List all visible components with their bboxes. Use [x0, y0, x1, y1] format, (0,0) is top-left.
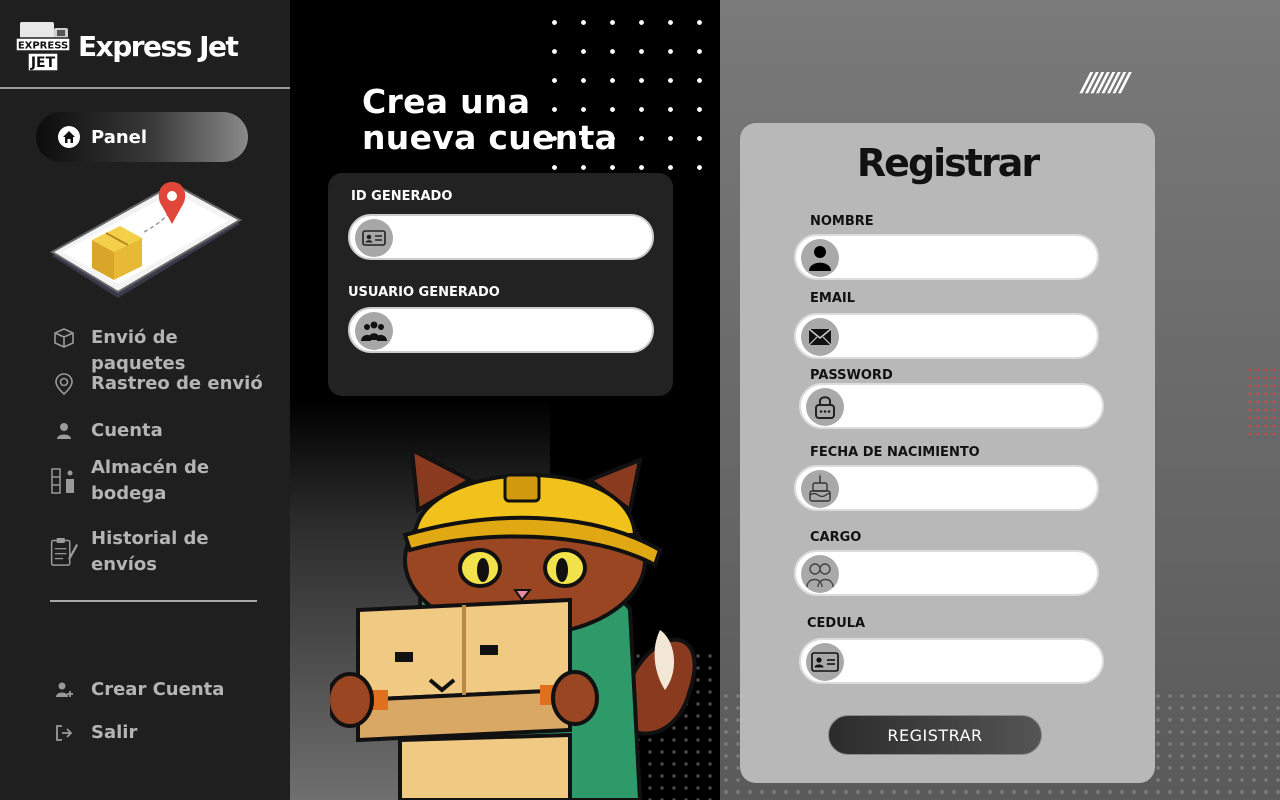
- package-icon: [50, 325, 78, 351]
- email-label: EMAIL: [810, 291, 855, 306]
- history-icon: [50, 526, 78, 578]
- sidebar-item-label: Almacén de bodega: [91, 457, 210, 504]
- sidebar-item-cuenta[interactable]: Cuenta: [50, 418, 271, 444]
- location-pin-icon: [50, 371, 78, 397]
- envelope-icon: [801, 318, 839, 356]
- sidebar-item-label: Envió de paquetes: [91, 327, 186, 374]
- fecha-nacimiento-label: FECHA DE NACIMIENTO: [810, 445, 980, 460]
- express-jet-logo: EXPRESS JET: [14, 18, 72, 74]
- usuario-generado-label: USUARIO GENERADO: [348, 285, 500, 300]
- home-icon: [58, 126, 80, 148]
- registrar-button[interactable]: REGISTRAR: [828, 715, 1042, 755]
- usuario-generado-field[interactable]: [348, 307, 654, 353]
- nombre-field[interactable]: [794, 234, 1099, 280]
- cargo-field[interactable]: [794, 550, 1099, 596]
- decorative-slashes: ////////: [1082, 68, 1130, 98]
- brand[interactable]: EXPRESS JET Express Jet: [14, 16, 239, 76]
- page-title: Crea una nueva cuenta: [362, 84, 617, 156]
- sidebar-item-label: Historial de envíos: [91, 528, 209, 575]
- delivery-tracking-illustration: [48, 180, 243, 310]
- sidebar-item-label: Cuenta: [91, 420, 163, 441]
- sidebar-item-panel[interactable]: Panel: [36, 112, 248, 162]
- lock-icon: [806, 388, 844, 426]
- sidebar-item-crear-cuenta[interactable]: Crear Cuenta: [50, 677, 271, 703]
- brand-name: Express Jet: [78, 29, 239, 63]
- register-title: Registrar: [856, 141, 1040, 185]
- user-icon: [50, 418, 78, 444]
- generated-credentials-card: ID GENERADO USUARIO GENERADO: [328, 173, 673, 396]
- main-panel: Crea una nueva cuenta ID GENERADO USUARI…: [290, 0, 720, 800]
- sidebar-item-almacen[interactable]: Almacén de bodega: [50, 455, 271, 507]
- id-card-icon: [355, 219, 393, 257]
- id-card-icon: [806, 643, 844, 681]
- id-generado-field[interactable]: [348, 214, 654, 260]
- sidebar-item-historial[interactable]: Historial de envíos: [50, 526, 271, 578]
- sidebar-item-envio-paquetes[interactable]: Envió de paquetes: [50, 325, 271, 377]
- logout-icon: [50, 720, 78, 746]
- birthday-cake-icon: [801, 470, 839, 508]
- register-card: Registrar NOMBRE EMAIL PASSWORD FECHA DE…: [740, 123, 1155, 783]
- divider: [0, 87, 290, 89]
- cedula-field[interactable]: [799, 638, 1104, 684]
- sidebar-item-salir[interactable]: Salir: [50, 720, 271, 746]
- dots-pattern: [1246, 366, 1280, 436]
- users-group-icon: [355, 312, 393, 350]
- svg-text:JET: JET: [30, 55, 56, 71]
- sidebar-item-label: Salir: [91, 722, 138, 743]
- sidebar: EXPRESS JET Express Jet Panel Envió de p…: [0, 0, 290, 800]
- page-title-line: Crea una: [362, 82, 531, 121]
- sidebar-item-label: Panel: [91, 126, 148, 148]
- svg-text:EXPRESS: EXPRESS: [18, 41, 68, 52]
- cargo-label: CARGO: [810, 530, 862, 545]
- id-generado-label: ID GENERADO: [351, 189, 453, 204]
- person-icon: [801, 239, 839, 277]
- sidebar-item-label: Rastreo de envió: [91, 373, 263, 394]
- page-title-line: nueva cuenta: [362, 118, 618, 157]
- warehouse-icon: [50, 455, 78, 507]
- add-user-icon: [50, 677, 78, 703]
- fecha-nacimiento-field[interactable]: [794, 465, 1099, 511]
- password-label: PASSWORD: [810, 368, 893, 383]
- divider: [50, 600, 257, 602]
- sidebar-item-rastreo[interactable]: Rastreo de envió: [50, 371, 271, 397]
- email-field[interactable]: [794, 313, 1099, 359]
- staff-icon: [801, 555, 839, 593]
- nombre-label: NOMBRE: [810, 214, 874, 229]
- cedula-label: CEDULA: [807, 616, 866, 631]
- cat-courier-mascot-illustration: [326, 440, 710, 800]
- password-field[interactable]: [799, 383, 1104, 429]
- sidebar-item-label: Crear Cuenta: [91, 679, 225, 700]
- register-area: //////// Registrar NOMBRE EMAIL PASSWORD…: [720, 0, 1280, 800]
